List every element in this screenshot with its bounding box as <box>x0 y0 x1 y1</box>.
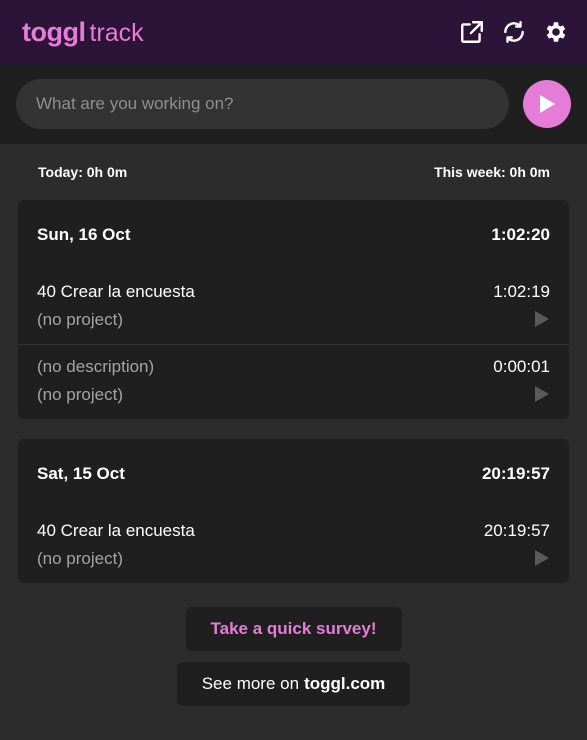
day-group: Sat, 15 Oct 20:19:57 40 Crear la encuest… <box>18 439 569 583</box>
time-entry[interactable]: 40 Crear la encuesta (no project) 1:02:1… <box>18 270 569 344</box>
entry-duration: 20:19:57 <box>483 521 550 540</box>
day-total: 1:02:20 <box>491 225 550 244</box>
header-actions <box>459 19 569 45</box>
continue-entry-button[interactable] <box>530 384 550 404</box>
see-more-link: toggl.com <box>304 674 386 693</box>
day-date: Sun, 16 Oct <box>37 225 131 244</box>
day-group: Sun, 16 Oct 1:02:20 40 Crear la encuesta… <box>18 200 569 419</box>
app-header: toggl track <box>0 0 587 64</box>
external-link-icon[interactable] <box>459 19 485 45</box>
totals-bar: Today: 0h 0m This week: 0h 0m <box>0 144 587 200</box>
day-date: Sat, 15 Oct <box>37 464 125 483</box>
entry-description: (no description) <box>37 357 155 376</box>
sync-icon[interactable] <box>501 19 527 45</box>
entry-project: (no project) <box>37 310 123 329</box>
play-icon <box>535 311 549 327</box>
entry-project: (no project) <box>37 549 123 568</box>
entry-project: (no project) <box>37 385 123 404</box>
play-icon <box>540 95 555 113</box>
logo-product: track <box>89 18 144 47</box>
toggl-track-logo: toggl track <box>22 17 144 48</box>
see-more-button[interactable]: See more on toggl.com <box>176 662 411 706</box>
entry-duration: 1:02:19 <box>493 282 550 301</box>
time-entry[interactable]: (no description) (no project) 0:00:01 <box>18 344 569 419</box>
footer: Take a quick survey! See more on toggl.c… <box>0 607 587 706</box>
see-more-text: See more on <box>201 674 300 693</box>
start-timer-button[interactable] <box>523 80 571 128</box>
entry-description: 40 Crear la encuesta <box>37 521 195 540</box>
entry-description: 40 Crear la encuesta <box>37 282 195 301</box>
time-entry[interactable]: 40 Crear la encuesta (no project) 20:19:… <box>18 509 569 583</box>
continue-entry-button[interactable] <box>530 309 550 329</box>
day-header: Sat, 15 Oct 20:19:57 <box>18 439 569 509</box>
logo-brand: toggl <box>22 16 86 47</box>
week-total: This week: 0h 0m <box>434 164 550 180</box>
day-total: 20:19:57 <box>481 464 550 483</box>
timer-bar <box>0 64 587 144</box>
settings-icon[interactable] <box>543 19 569 45</box>
play-icon <box>535 386 549 402</box>
timer-description-input[interactable] <box>16 79 509 129</box>
entry-duration: 0:00:01 <box>493 357 550 376</box>
play-icon <box>535 550 549 566</box>
survey-button[interactable]: Take a quick survey! <box>185 607 402 651</box>
continue-entry-button[interactable] <box>530 548 550 568</box>
day-header: Sun, 16 Oct 1:02:20 <box>18 200 569 270</box>
today-total: Today: 0h 0m <box>38 164 128 180</box>
